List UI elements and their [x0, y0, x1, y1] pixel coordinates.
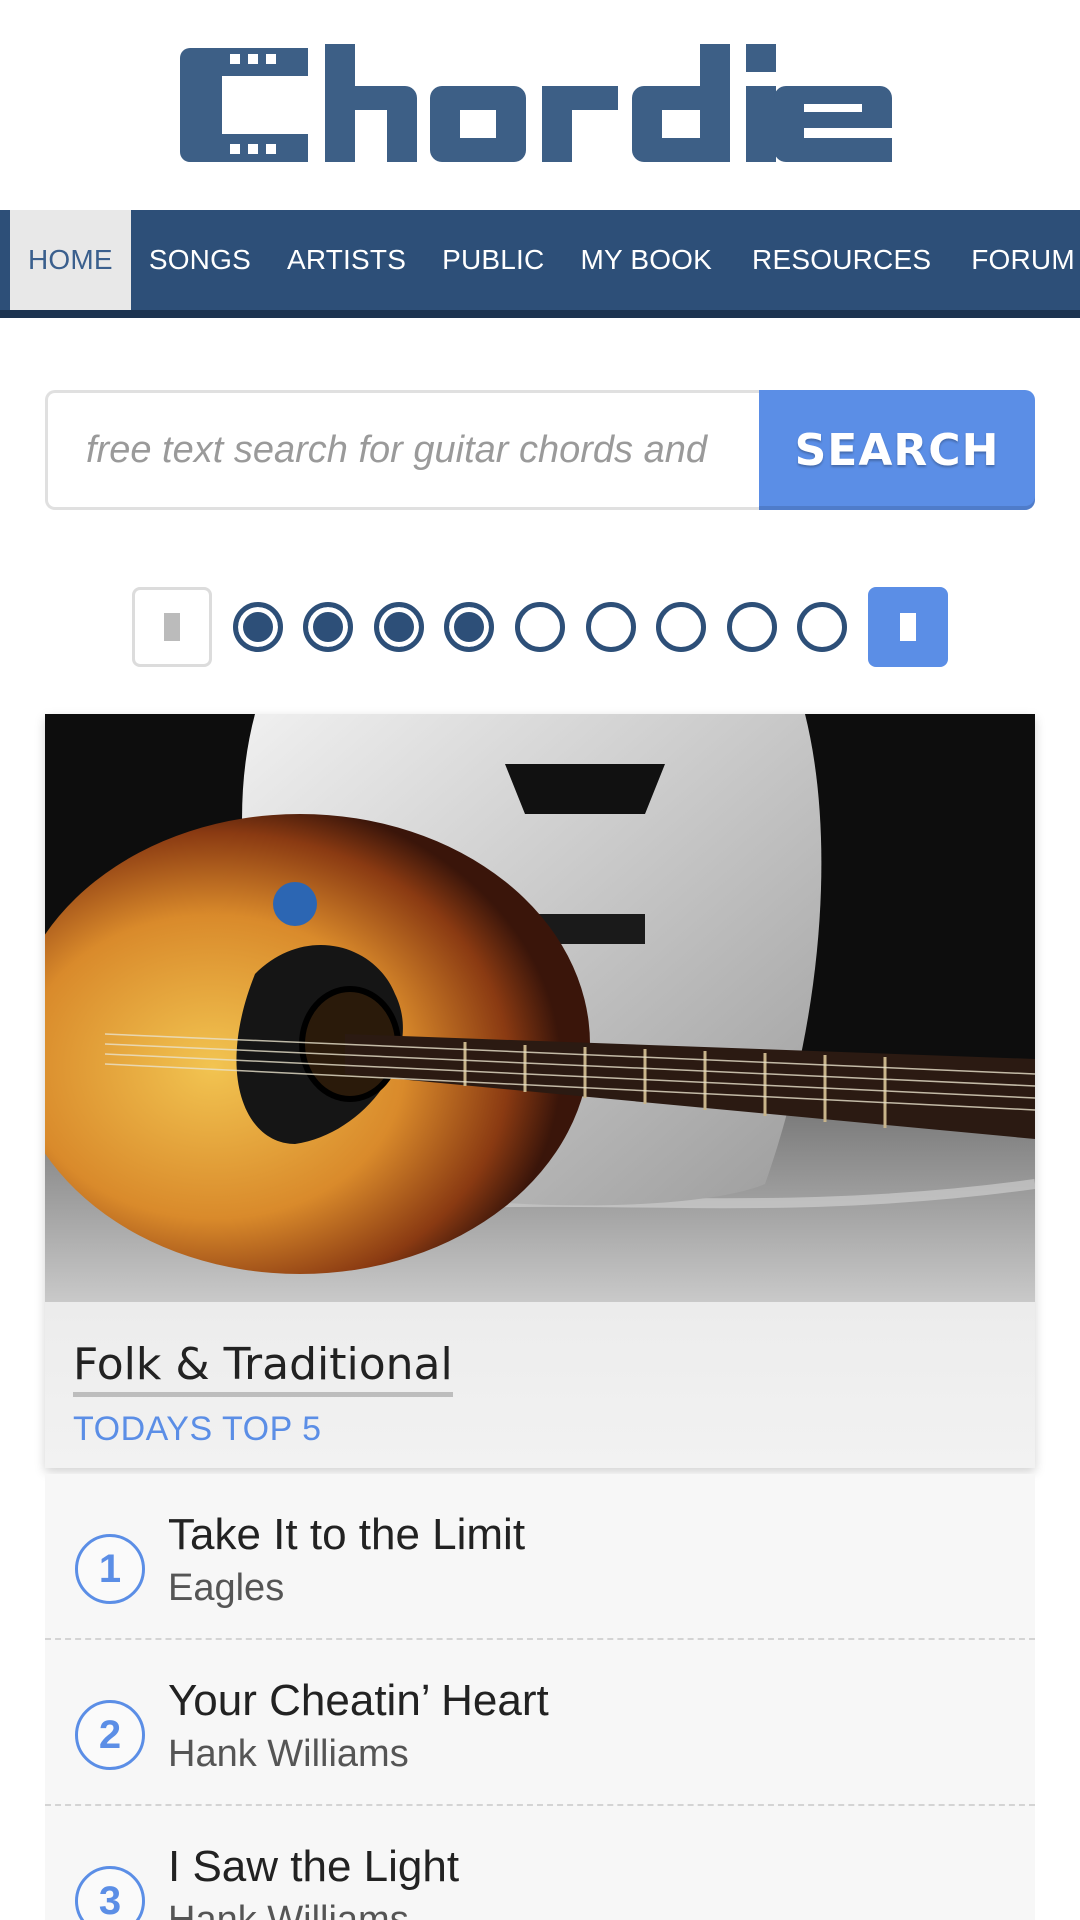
rank-badge: 3 [75, 1866, 145, 1920]
main-nav: HOME SONGS ARTISTS PUBLIC MY BOOK RESOUR… [0, 210, 1080, 318]
carousel-dot[interactable] [303, 602, 354, 652]
nav-item-songs[interactable]: SONGS [131, 210, 269, 310]
carousel-dot[interactable] [232, 602, 283, 652]
arrow-right-icon [899, 613, 916, 641]
genre-subtitle: TODAYS TOP 5 [73, 1410, 322, 1448]
carousel-next-button[interactable] [867, 587, 948, 667]
song-title[interactable]: Take It to the Limit [168, 1510, 525, 1560]
chordie-logo[interactable] [180, 40, 900, 170]
nav-item-resources[interactable]: RESOURCES [730, 210, 953, 310]
song-title[interactable]: Your Cheatin’ Heart [168, 1676, 549, 1726]
genre-card: Folk & Traditional TODAYS TOP 5 [45, 714, 1035, 1468]
list-item[interactable]: 3 I Saw the Light Hank Williams [45, 1806, 1035, 1920]
song-title[interactable]: I Saw the Light [168, 1842, 459, 1892]
nav-item-my-book[interactable]: MY BOOK [562, 210, 730, 310]
carousel-dot[interactable] [726, 602, 777, 652]
rank-badge: 2 [75, 1700, 145, 1770]
nav-item-forum[interactable]: FORUM [953, 210, 1080, 310]
song-artist[interactable]: Eagles [168, 1566, 284, 1610]
search-form: SEARCH [45, 390, 1035, 510]
carousel-dot[interactable] [797, 602, 848, 652]
carousel-dot[interactable] [585, 602, 636, 652]
search-input[interactable] [45, 390, 759, 510]
song-artist[interactable]: Hank Williams [168, 1898, 409, 1920]
arrow-left-icon [164, 613, 180, 641]
carousel-dot[interactable] [656, 602, 707, 652]
search-button[interactable]: SEARCH [759, 390, 1035, 510]
mandolin-guitar-illustration [45, 714, 1035, 1302]
song-artist[interactable]: Hank Williams [168, 1732, 409, 1776]
nav-item-public[interactable]: PUBLIC [424, 210, 562, 310]
carousel-dot[interactable] [514, 602, 565, 652]
list-item[interactable]: 2 Your Cheatin’ Heart Hank Williams [45, 1640, 1035, 1806]
rank-badge: 1 [75, 1534, 145, 1604]
nav-item-artists[interactable]: ARTISTS [269, 210, 424, 310]
genre-title-link[interactable]: Folk & Traditional [73, 1338, 453, 1397]
carousel-dot[interactable] [444, 602, 495, 652]
nav-item-home[interactable]: HOME [10, 210, 131, 310]
top-songs-list: 1 Take It to the Limit Eagles 2 Your Che… [45, 1474, 1035, 1920]
mandolin-guitar-image[interactable] [45, 714, 1035, 1302]
carousel-controls [132, 585, 948, 669]
header [0, 0, 1080, 210]
card-caption: Folk & Traditional TODAYS TOP 5 [45, 1302, 1035, 1468]
carousel-prev-button[interactable] [132, 587, 212, 667]
list-item[interactable]: 1 Take It to the Limit Eagles [45, 1474, 1035, 1640]
carousel-dot[interactable] [373, 602, 424, 652]
chordie-logo-graphic [180, 44, 892, 162]
